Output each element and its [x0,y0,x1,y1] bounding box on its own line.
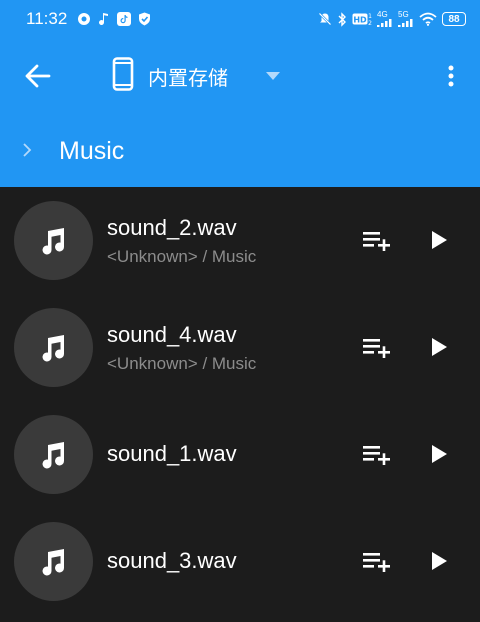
back-button[interactable] [22,60,54,92]
audio-thumbnail [14,201,93,280]
storage-selector[interactable]: 内置存储 [112,56,280,96]
audio-thumbnail [14,522,93,601]
play-icon [432,338,447,356]
play-icon [432,231,447,249]
network-type-label-1: 4G [377,10,388,19]
playlist-add-icon [363,232,390,251]
app-toolbar: 内置存储 [0,38,480,114]
network-type-label-2: 5G [398,10,409,19]
add-to-queue-button[interactable] [360,439,394,469]
music-note-icon [42,334,64,361]
more-options-button[interactable] [438,60,464,92]
add-to-queue-button[interactable] [360,225,394,255]
wifi-icon [419,12,437,26]
phone-icon [112,56,134,96]
play-button[interactable] [424,332,454,362]
audio-thumbnail [14,308,93,387]
file-path: <Unknown> / Music [107,354,257,373]
file-list: sound_2.wav <Unknown> / Music sound_4.wa… [0,187,480,615]
list-item[interactable]: sound_3.wav [0,508,480,615]
shield-icon [138,12,151,26]
play-icon [432,552,447,570]
file-name: sound_3.wav [107,548,237,573]
svg-text:2: 2 [368,20,372,26]
file-name: sound_4.wav [107,322,237,347]
music-note-icon [42,441,64,468]
app-notification-icon [77,12,91,26]
status-bar: 11:32 HD 1 2 4G 5G 88 [0,0,480,38]
playlist-add-icon [363,446,390,465]
play-button[interactable] [424,546,454,576]
chevron-right-icon [22,142,32,163]
bluetooth-icon [337,11,347,27]
svg-text:HD: HD [353,16,367,25]
music-note-icon [42,227,64,254]
breadcrumb-item-music[interactable]: Music [59,137,124,166]
storage-label: 内置存储 [148,65,228,90]
svg-text:1: 1 [368,13,372,20]
triangle-down-icon [266,72,280,80]
list-item[interactable]: sound_4.wav <Unknown> / Music [0,294,480,401]
battery-indicator: 88 [442,12,466,26]
signal-4g-icon: 4G [377,11,393,27]
play-icon [432,445,447,463]
file-name: sound_1.wav [107,441,237,466]
play-button[interactable] [424,225,454,255]
list-item[interactable]: sound_2.wav <Unknown> / Music [0,187,480,294]
status-time: 11:32 [26,9,68,28]
hd-icon: HD 1 2 [352,12,372,26]
add-to-queue-button[interactable] [360,546,394,576]
signal-5g-icon: 5G [398,11,414,27]
file-path: <Unknown> / Music [107,247,257,266]
playlist-add-icon [363,553,390,572]
tiktok-icon [117,12,132,26]
play-button[interactable] [424,439,454,469]
breadcrumb: Music [0,114,480,187]
music-note-icon [98,12,110,26]
arrow-left-icon [25,64,51,88]
mute-icon [318,12,332,26]
status-notification-icons [77,12,151,26]
add-to-queue-button[interactable] [360,332,394,362]
list-item[interactable]: sound_1.wav [0,401,480,508]
file-name: sound_2.wav [107,215,237,240]
audio-thumbnail [14,415,93,494]
playlist-add-icon [363,339,390,358]
status-system-icons: HD 1 2 4G 5G 88 [318,11,466,27]
more-vert-icon [448,65,454,87]
music-note-icon [42,548,64,575]
